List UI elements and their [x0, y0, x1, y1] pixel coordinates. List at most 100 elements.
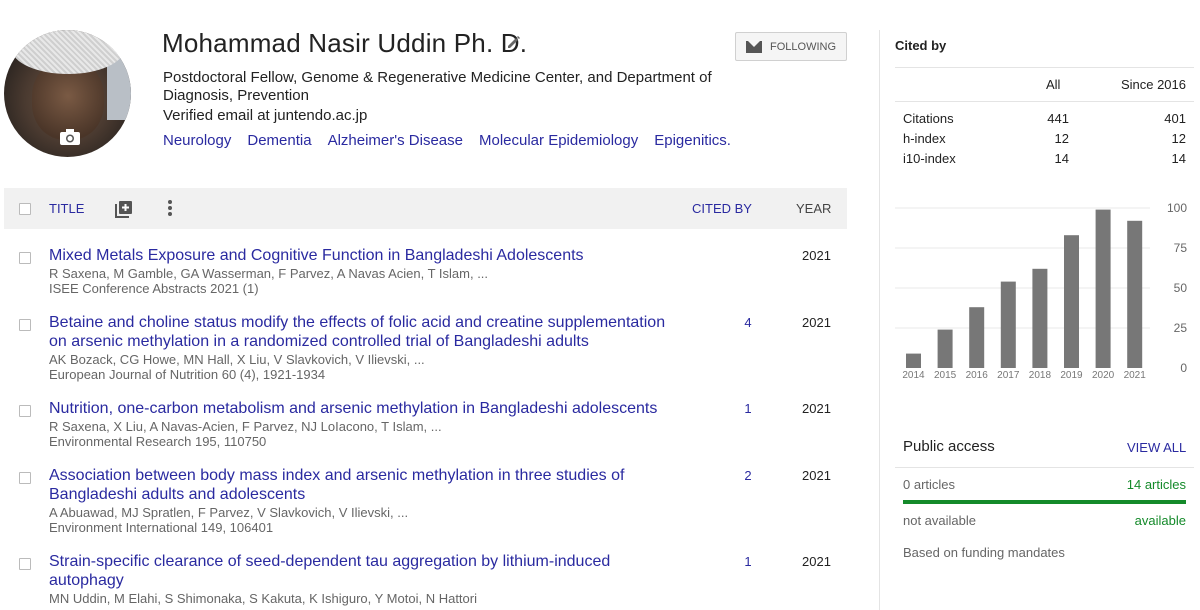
cited-by-count[interactable]: 2 [742, 468, 754, 483]
cited-by-title: Cited by [895, 38, 947, 53]
cited-by-count[interactable]: 1 [742, 554, 754, 569]
row-checkbox[interactable] [19, 558, 31, 570]
profile-email: Verified email at juntendo.ac.jp [163, 107, 368, 124]
view-all-link[interactable]: VIEW ALL [1127, 440, 1186, 455]
citation-bar-2020[interactable] [1095, 209, 1111, 368]
divider [895, 67, 1194, 68]
articles-table-header: TITLE CITED BY YEAR [4, 188, 847, 229]
x-tick-label: 2015 [934, 370, 957, 381]
x-tick-label: 2017 [997, 370, 1020, 381]
stat-row-citations: Citations 441 401 [903, 111, 1186, 126]
citation-bar-2021[interactable] [1127, 220, 1143, 368]
stat-label[interactable]: i10-index [903, 151, 956, 166]
x-tick-label: 2021 [1124, 370, 1147, 381]
table-row: Strain-specific clearance of seed-depend… [4, 552, 847, 610]
stat-since: 14 [1171, 151, 1186, 166]
column-divider [879, 30, 880, 610]
article-title-link[interactable]: Strain-specific clearance of seed-depend… [49, 552, 669, 590]
article-venue: ISEE Conference Abstracts 2021 (1) [49, 281, 259, 296]
not-available-count[interactable]: 0 articles [903, 477, 955, 492]
y-tick-label: 50 [1174, 281, 1188, 295]
col-since-label: Since 2016 [1120, 77, 1186, 92]
not-available-label: not available [903, 513, 976, 528]
row-checkbox[interactable] [19, 252, 31, 264]
row-checkbox[interactable] [19, 405, 31, 417]
citation-bar-2017[interactable] [1000, 281, 1016, 368]
public-access-counts: 0 articles 14 articles [903, 477, 1186, 492]
stat-all: 12 [1054, 131, 1069, 146]
sort-by-year[interactable]: YEAR [796, 201, 831, 216]
cited-by-count[interactable]: 1 [742, 401, 754, 416]
cited-by-count[interactable]: 4 [742, 315, 754, 330]
citation-bar-2016[interactable] [969, 307, 985, 368]
col-all-label: All [1046, 77, 1061, 92]
divider [895, 101, 1194, 102]
stat-all: 441 [1047, 111, 1069, 126]
available-count[interactable]: 14 articles [1127, 477, 1186, 492]
camera-icon[interactable] [58, 128, 82, 148]
table-row: Betaine and choline status modify the ef… [4, 313, 847, 385]
article-authors: A Abuawad, MJ Spratlen, F Parvez, V Slav… [49, 505, 409, 520]
stat-row-i10-index: i10-index 14 14 [903, 151, 1186, 166]
table-row: Nutrition, one-carbon metabolism and ars… [4, 399, 847, 451]
table-row: Association between body mass index and … [4, 466, 847, 538]
sort-by-cited[interactable]: CITED BY [692, 201, 752, 216]
table-row: Mixed Metals Exposure and Cognitive Func… [4, 246, 847, 298]
article-year: 2021 [802, 401, 831, 416]
article-year: 2021 [802, 315, 831, 330]
public-access-progress-bar [903, 500, 1186, 504]
stat-label[interactable]: Citations [903, 111, 954, 126]
row-checkbox[interactable] [19, 319, 31, 331]
divider [895, 467, 1194, 468]
profile-affiliation: Postdoctoral Fellow, Genome & Regenerati… [163, 69, 712, 104]
stat-all: 14 [1054, 151, 1069, 166]
y-tick-label: 100 [1167, 201, 1187, 215]
interest-link[interactable]: Epigenitics. [654, 132, 731, 149]
citation-bar-2018[interactable] [1032, 268, 1048, 368]
article-venue: European Journal of Nutrition 60 (4), 19… [49, 367, 326, 382]
article-title-link[interactable]: Association between body mass index and … [49, 466, 669, 504]
x-tick-label: 2020 [1092, 370, 1115, 381]
article-title-link[interactable]: Nutrition, one-carbon metabolism and ars… [49, 399, 669, 418]
citation-bar-2014[interactable] [906, 353, 921, 368]
article-authors: AK Bozack, CG Howe, MN Hall, X Liu, V Sl… [49, 352, 425, 367]
interest-link[interactable]: Alzheimer's Disease [328, 132, 463, 149]
public-access-title: Public access [903, 438, 995, 455]
interest-link[interactable]: Dementia [247, 132, 311, 149]
article-title-link[interactable]: Mixed Metals Exposure and Cognitive Func… [49, 246, 669, 265]
stat-since: 12 [1171, 131, 1186, 146]
article-authors: R Saxena, M Gamble, GA Wasserman, F Parv… [49, 266, 489, 281]
profile-name: Mohammad Nasir Uddin Ph. D. [162, 28, 528, 58]
row-checkbox[interactable] [19, 472, 31, 484]
article-year: 2021 [802, 468, 831, 483]
interest-link[interactable]: Molecular Epidemiology [479, 132, 638, 149]
x-tick-label: 2018 [1029, 370, 1052, 381]
more-options-icon[interactable] [167, 198, 173, 222]
stat-label[interactable]: h-index [903, 131, 946, 146]
article-venue: Environmental Research 195, 110750 [49, 434, 267, 449]
y-tick-label: 25 [1174, 321, 1188, 335]
profile-avatar[interactable] [4, 30, 131, 157]
add-article-icon[interactable] [114, 199, 134, 218]
y-tick-label: 0 [1180, 361, 1187, 375]
sort-by-title[interactable]: TITLE [49, 201, 84, 216]
envelope-icon [746, 40, 762, 53]
x-tick-label: 2019 [1060, 370, 1083, 381]
edit-pencil-icon[interactable] [506, 34, 524, 52]
funding-mandates-note: Based on funding mandates [903, 545, 1065, 560]
y-tick-label: 75 [1174, 241, 1188, 255]
citations-bar-chart: 100 75 50 25 0 2014 2015 2016 2017 2018 2019 2020 20… [895, 201, 1188, 381]
stat-since: 401 [1164, 111, 1186, 126]
x-tick-label: 2016 [966, 370, 989, 381]
research-interests: Neurology Dementia Alzheimer's Disease M… [163, 132, 731, 149]
following-button[interactable]: FOLLOWING [735, 32, 847, 61]
available-label: available [1134, 513, 1186, 528]
citation-bar-2019[interactable] [1064, 235, 1079, 368]
following-label: FOLLOWING [770, 40, 837, 53]
article-authors: MN Uddin, M Elahi, S Shimonaka, S Kakuta… [49, 591, 477, 606]
interest-link[interactable]: Neurology [163, 132, 231, 149]
article-venue: Environment International 149, 106401 [49, 520, 274, 535]
article-title-link[interactable]: Betaine and choline status modify the ef… [49, 313, 669, 351]
select-all-checkbox[interactable] [19, 203, 31, 215]
citation-bar-2015[interactable] [937, 329, 953, 368]
